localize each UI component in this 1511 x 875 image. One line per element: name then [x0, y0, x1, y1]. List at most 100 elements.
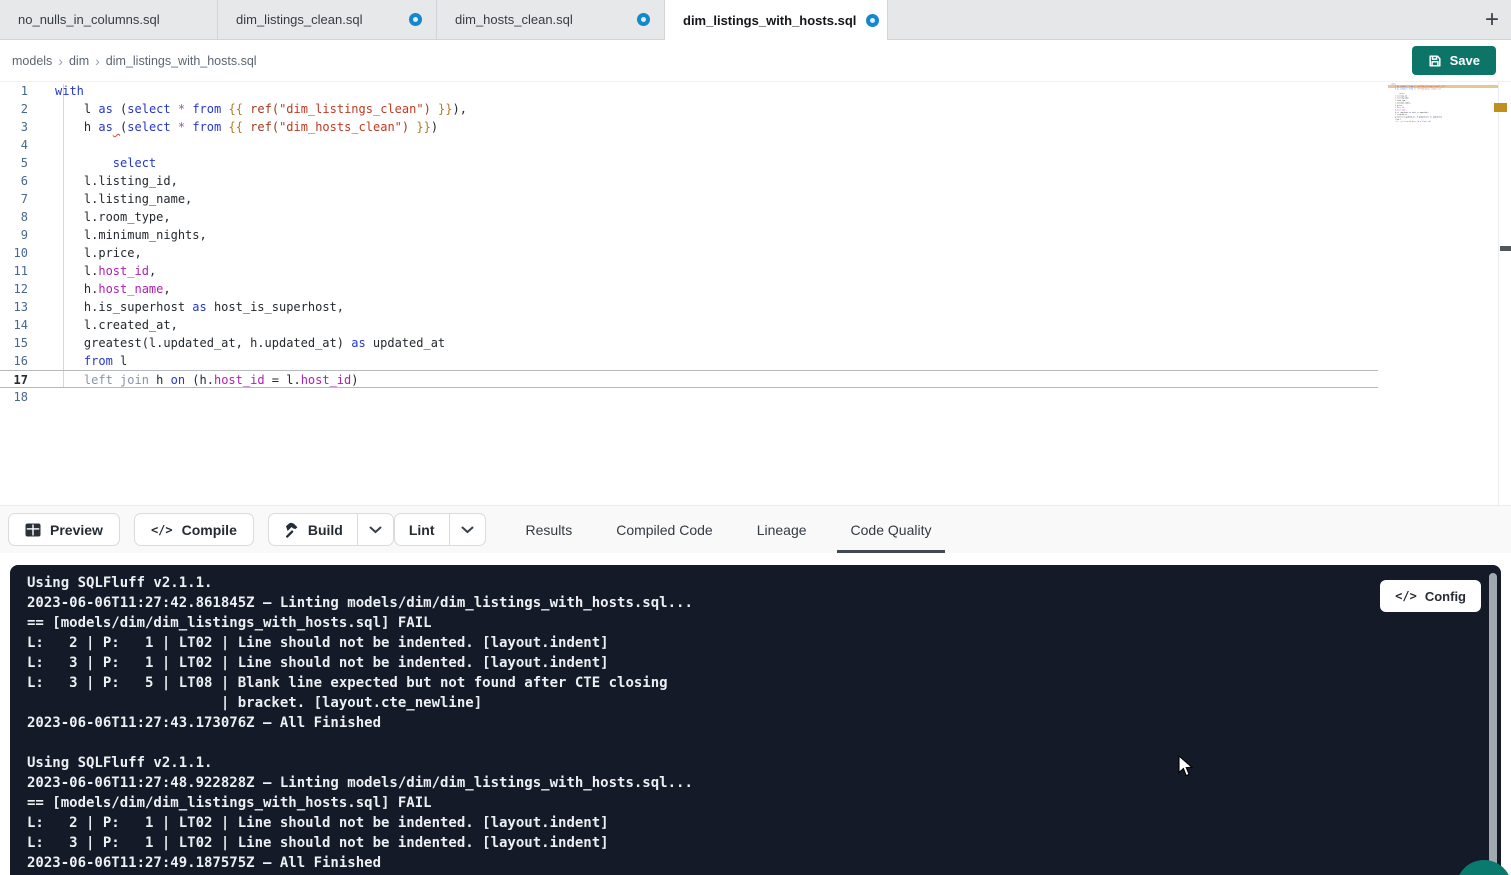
tab-label: Code Quality	[851, 522, 932, 538]
line-number: 3	[0, 118, 28, 136]
terminal-output: Using SQLFluff v2.1.1.2023-06-06T11:27:4…	[27, 573, 1501, 873]
unsaved-dot-icon	[866, 14, 879, 27]
tab-bar-filler: +	[888, 0, 1511, 40]
tab-code-quality[interactable]: Code Quality	[851, 506, 932, 553]
line-number: 6	[0, 172, 28, 190]
terminal-line	[27, 733, 1501, 753]
line-number: 15	[0, 334, 28, 352]
code-line[interactable]: 7 l.listing_name,	[0, 190, 1378, 208]
code-line[interactable]: 6 l.listing_id,	[0, 172, 1378, 190]
preview-button[interactable]: Preview	[8, 513, 120, 546]
line-number: 9	[0, 226, 28, 244]
terminal-scrollbar[interactable]	[1489, 573, 1497, 869]
tab-dim-listings-with-hosts[interactable]: dim_listings_with_hosts.sql	[665, 0, 888, 40]
chevron-down-icon	[369, 526, 382, 534]
code-text: greatest(l.updated_at, h.updated_at) as …	[55, 334, 445, 352]
breadcrumb-models[interactable]: models	[12, 54, 52, 68]
line-number: 16	[0, 352, 28, 370]
terminal-line: 2023-06-06T11:27:49.187575Z — All Finish…	[27, 853, 1501, 873]
terminal-line: L: 2 | P: 1 | LT02 | Line should not be …	[27, 813, 1501, 833]
code-line[interactable]: 9 l.minimum_nights,	[0, 226, 1378, 244]
code-line[interactable]: 18	[0, 388, 1378, 406]
lint-dropdown-button[interactable]	[449, 514, 485, 545]
tab-dim-hosts-clean[interactable]: dim_hosts_clean.sql	[437, 0, 665, 40]
code-line[interactable]: 4	[0, 136, 1378, 154]
code-line[interactable]: 16 from l	[0, 352, 1378, 370]
bottom-panel: Using SQLFluff v2.1.1.2023-06-06T11:27:4…	[0, 553, 1511, 875]
new-tab-button[interactable]: +	[1485, 8, 1499, 32]
terminal-line: L: 3 | P: 1 | LT02 | Line should not be …	[27, 653, 1501, 673]
unsaved-dot-icon	[637, 13, 650, 26]
tab-label: dim_listings_with_hosts.sql	[683, 13, 856, 28]
terminal-line: 2023-06-06T11:27:42.861845Z — Linting mo…	[27, 593, 1501, 613]
code-text: l.listing_id,	[55, 172, 178, 190]
code-line[interactable]: 10 l.price,	[0, 244, 1378, 262]
terminal-line: Using SQLFluff v2.1.1.	[27, 753, 1501, 773]
terminal-line: == [models/dim/dim_listings_with_hosts.s…	[27, 793, 1501, 813]
code-text: l.listing_name,	[55, 190, 192, 208]
line-number: 7	[0, 190, 28, 208]
code-text: l as (select * from {{ ref("dim_listings…	[55, 100, 467, 118]
build-split-button: Build	[268, 513, 394, 546]
code-line[interactable]: 13 h.is_superhost as host_is_superhost,	[0, 298, 1378, 316]
code-text: left join h on (h.host_id = l.host_id)	[55, 371, 359, 387]
code-line[interactable]: 2 l as (select * from {{ ref("dim_listin…	[0, 100, 1378, 118]
line-number: 8	[0, 208, 28, 226]
tab-label: Compiled Code	[616, 522, 713, 538]
save-button[interactable]: Save	[1412, 46, 1496, 75]
breadcrumb-file[interactable]: dim_listings_with_hosts.sql	[106, 54, 257, 68]
minimap-content: with l as (select * from {{ ref("dim_lis…	[1388, 83, 1463, 125]
compile-button[interactable]: </> Compile	[134, 513, 254, 546]
breadcrumb-dim[interactable]: dim	[69, 54, 89, 68]
code-text: select	[55, 154, 156, 172]
config-button[interactable]: </> Config	[1380, 580, 1481, 612]
build-dropdown-button[interactable]	[357, 514, 393, 545]
code-editor[interactable]: 1with2 l as (select * from {{ ref("dim_l…	[0, 82, 1511, 505]
tab-no-nulls-in-columns[interactable]: no_nulls_in_columns.sql	[0, 0, 218, 40]
file-tab-bar: no_nulls_in_columns.sql dim_listings_cle…	[0, 0, 1511, 40]
code-text: h as (select * from {{ ref("dim_hosts_cl…	[55, 118, 438, 136]
build-button[interactable]: Build	[269, 514, 357, 545]
tab-label: Lineage	[757, 522, 807, 538]
line-number: 5	[0, 154, 28, 172]
code-brackets-icon: </>	[151, 523, 173, 537]
breadcrumb: models › dim › dim_listings_with_hosts.s…	[12, 53, 257, 69]
lint-button[interactable]: Lint	[395, 514, 449, 545]
tab-label: dim_listings_clean.sql	[236, 12, 362, 27]
code-text: h as (select * from {{ ref("dim_hosts_cl…	[1392, 88, 1442, 90]
code-line[interactable]: 11 l.host_id,	[0, 262, 1378, 280]
code-line[interactable]: 12 h.host_name,	[0, 280, 1378, 298]
table-grid-icon	[25, 523, 41, 537]
line-number: 18	[0, 388, 28, 406]
preview-label: Preview	[50, 522, 103, 538]
line-number: 13	[0, 298, 28, 316]
minimap[interactable]: with l as (select * from {{ ref("dim_lis…	[1388, 83, 1463, 215]
tab-lineage[interactable]: Lineage	[757, 506, 807, 553]
terminal-line: 2023-06-06T11:27:48.922828Z — Linting mo…	[27, 773, 1501, 793]
tab-results[interactable]: Results	[526, 506, 573, 553]
lint-label: Lint	[409, 522, 435, 538]
code-text: with	[55, 82, 84, 100]
terminal-line: L: 3 | P: 1 | LT02 | Line should not be …	[27, 833, 1501, 853]
tab-compiled-code[interactable]: Compiled Code	[616, 506, 713, 553]
code-line[interactable]: 8 l.room_type,	[0, 208, 1378, 226]
code-line[interactable]: 15 greatest(l.updated_at, h.updated_at) …	[0, 334, 1378, 352]
code-text: l.minimum_nights,	[55, 226, 207, 244]
overview-ruler	[1498, 82, 1499, 505]
code-line[interactable]: 14 l.created_at,	[0, 316, 1378, 334]
code-line[interactable]: 5 select	[0, 154, 1378, 172]
terminal-line: == [models/dim/dim_listings_with_hosts.s…	[27, 613, 1501, 633]
line-number: 10	[0, 244, 28, 262]
compile-label: Compile	[182, 522, 237, 538]
chevron-right-icon: ›	[95, 53, 100, 69]
code-line[interactable]: 17 left join h on (h.host_id = l.host_id…	[0, 370, 1378, 388]
lint-warning-marker[interactable]	[1494, 103, 1507, 112]
floppy-disk-icon	[1428, 54, 1442, 68]
line-number: 11	[0, 262, 28, 280]
terminal-line: L: 3 | P: 5 | LT08 | Blank line expected…	[27, 673, 1501, 693]
tab-dim-listings-clean[interactable]: dim_listings_clean.sql	[218, 0, 437, 40]
terminal-line: | bracket. [layout.cte_newline]	[27, 693, 1501, 713]
code-line[interactable]: 3 h as (select * from {{ ref("dim_hosts_…	[0, 118, 1378, 136]
scroll-position-marker[interactable]	[1500, 246, 1511, 251]
code-line[interactable]: 1with	[0, 82, 1378, 100]
